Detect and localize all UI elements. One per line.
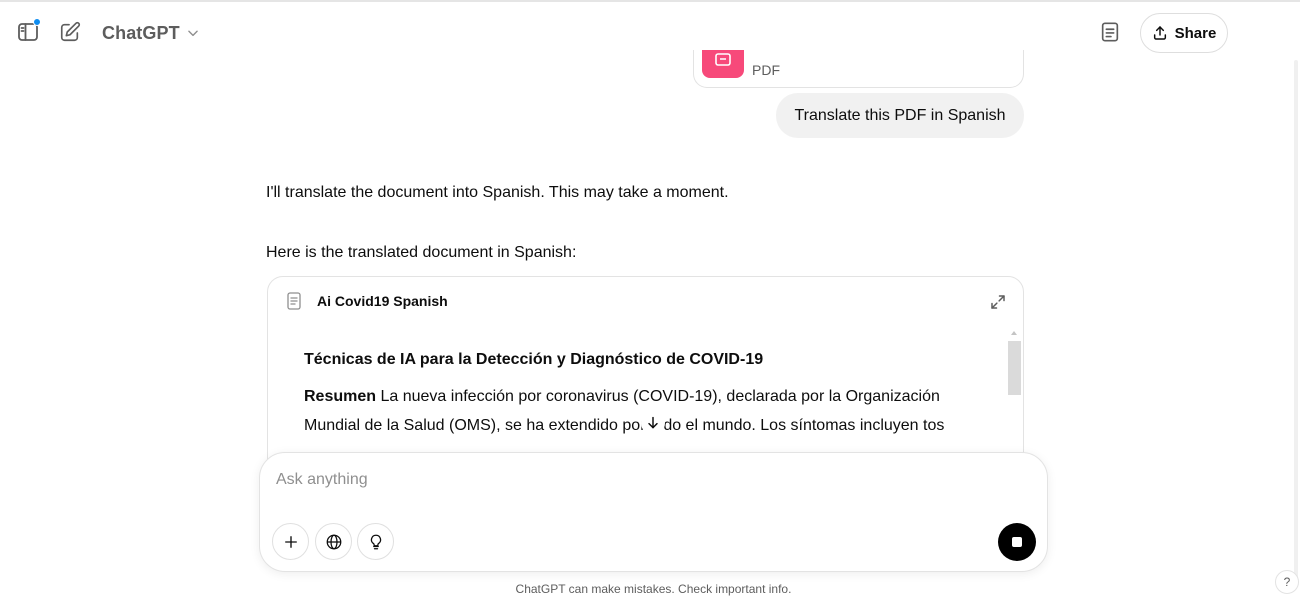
abstract-text: La nueva infección por coronavirus (COVI… <box>304 388 945 434</box>
lightbulb-icon <box>370 534 381 549</box>
attach-button[interactable] <box>272 523 309 560</box>
new-chat-button[interactable] <box>54 16 86 48</box>
canvas-document-button[interactable] <box>1094 16 1126 48</box>
document-heading: Técnicas de IA para la Detección y Diagn… <box>304 351 764 368</box>
stop-icon <box>1012 537 1022 547</box>
help-button[interactable]: ? <box>1275 570 1299 594</box>
assistant-message-intro: I'll translate the document into Spanish… <box>266 184 729 201</box>
pdf-file-icon <box>702 50 744 78</box>
notification-dot <box>33 18 41 26</box>
web-search-button[interactable] <box>315 523 352 560</box>
model-switcher[interactable]: ChatGPT <box>96 18 206 48</box>
prompt-input[interactable] <box>276 467 976 493</box>
model-name: ChatGPT <box>102 22 180 43</box>
document-icon <box>1101 22 1119 42</box>
assistant-message-lead: Here is the translated document in Spani… <box>266 244 577 261</box>
abstract-label: Resumen <box>304 388 377 405</box>
share-label: Share <box>1174 24 1217 42</box>
document-icon <box>287 292 301 310</box>
globe-icon <box>326 534 341 549</box>
scroll-up-arrow-icon[interactable] <box>1011 331 1017 335</box>
pencil-square-icon <box>60 21 81 42</box>
canvas-document-card[interactable]: Ai Covid19 Spanish Técnicas de IA para l… <box>267 276 1024 476</box>
page-scrollbar[interactable] <box>1294 60 1298 580</box>
document-title: Ai Covid19 Spanish <box>317 293 448 309</box>
sidebar-toggle-button[interactable] <box>12 16 44 48</box>
top-header: ChatGPT Share <box>0 2 1300 60</box>
arrow-down-icon <box>648 416 658 429</box>
scroll-to-bottom-button[interactable] <box>641 411 665 435</box>
attachment-type-label: PDF <box>752 62 780 78</box>
plus-icon <box>284 535 297 548</box>
user-message-text: Translate this PDF in Spanish <box>794 106 1006 124</box>
upload-icon <box>1153 26 1166 40</box>
chevron-down-icon <box>187 30 198 37</box>
expand-document-button[interactable] <box>986 290 1010 314</box>
document-scroll-thumb[interactable] <box>1008 341 1021 395</box>
pdf-attachment[interactable]: PDF <box>693 50 1024 88</box>
reason-button[interactable] <box>357 523 394 560</box>
disclaimer-text: ChatGPT can make mistakes. Check importa… <box>515 582 792 596</box>
user-message: Translate this PDF in Spanish <box>776 93 1024 138</box>
expand-arrows-icon <box>991 295 1005 309</box>
share-button[interactable]: Share <box>1140 13 1228 53</box>
stop-generating-button[interactable] <box>998 523 1036 561</box>
message-composer <box>259 452 1048 572</box>
document-scrollbar[interactable] <box>1007 331 1021 471</box>
